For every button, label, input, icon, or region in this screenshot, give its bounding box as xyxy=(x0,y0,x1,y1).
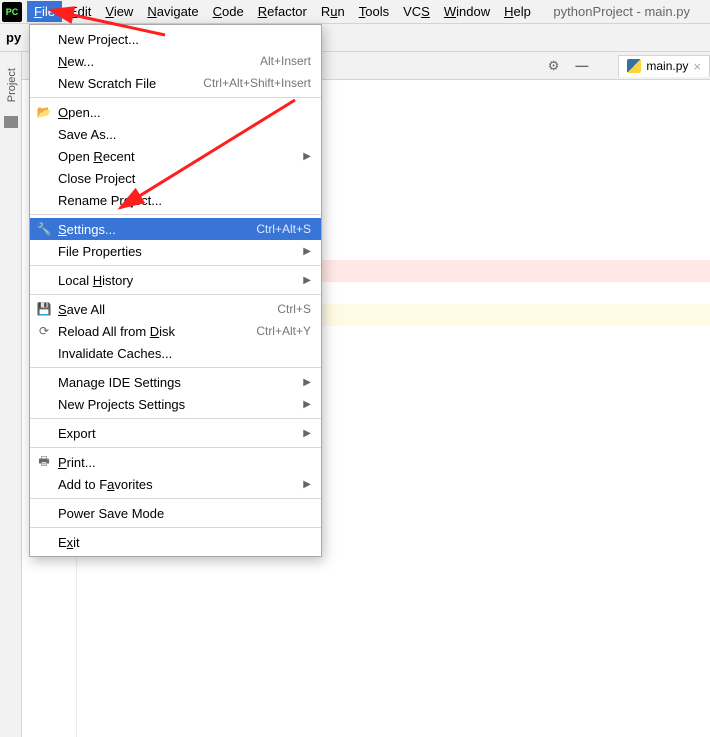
close-tab-icon[interactable]: × xyxy=(693,59,701,74)
menu-separator xyxy=(30,265,321,266)
structure-icon[interactable] xyxy=(4,116,18,128)
python-file-icon xyxy=(627,59,641,73)
menu-item-label: Export xyxy=(58,426,311,441)
menu-run[interactable]: Run xyxy=(314,1,352,22)
menu-separator xyxy=(30,418,321,419)
menu-separator xyxy=(30,447,321,448)
menu-item-label: New Project... xyxy=(58,32,311,47)
menu-item-new-project[interactable]: New Project... xyxy=(30,28,321,50)
submenu-arrow-icon: ▶ xyxy=(303,377,311,388)
pycharm-icon: PC xyxy=(2,2,22,22)
shortcut-label: Ctrl+S xyxy=(277,302,311,316)
submenu-arrow-icon: ▶ xyxy=(303,151,311,162)
shortcut-label: Ctrl+Alt+Y xyxy=(256,324,311,338)
wrench-icon: 🔧 xyxy=(36,221,52,237)
menu-item-new[interactable]: New...Alt+Insert xyxy=(30,50,321,72)
menu-item-label: Settings... xyxy=(58,222,256,237)
submenu-arrow-icon: ▶ xyxy=(303,275,311,286)
menu-item-rename-project[interactable]: Rename Project... xyxy=(30,189,321,211)
menu-item-settings[interactable]: 🔧 Settings...Ctrl+Alt+S xyxy=(30,218,321,240)
menu-item-label: Close Project xyxy=(58,171,311,186)
menu-window[interactable]: Window xyxy=(437,1,497,22)
menu-item-add-to-favorites[interactable]: Add to Favorites▶ xyxy=(30,473,321,495)
reload-icon: ⟳ xyxy=(36,323,52,339)
minimize-icon[interactable]: — xyxy=(565,58,598,73)
submenu-arrow-icon: ▶ xyxy=(303,399,311,410)
shortcut-label: Ctrl+Alt+Shift+Insert xyxy=(203,76,311,90)
menu-item-power-save-mode[interactable]: Power Save Mode xyxy=(30,502,321,524)
menu-refactor[interactable]: Refactor xyxy=(251,1,314,22)
menu-item-label: New Scratch File xyxy=(58,76,203,91)
menu-item-label: Open... xyxy=(58,105,311,120)
menu-item-export[interactable]: Export▶ xyxy=(30,422,321,444)
menu-item-open[interactable]: 📂 Open... xyxy=(30,101,321,123)
menu-separator xyxy=(30,97,321,98)
menu-item-label: Exit xyxy=(58,535,311,550)
menu-code[interactable]: Code xyxy=(206,1,251,22)
menu-item-close-project[interactable]: Close Project xyxy=(30,167,321,189)
menu-item-label: Add to Favorites xyxy=(58,477,311,492)
shortcut-label: Alt+Insert xyxy=(260,54,311,68)
menu-separator xyxy=(30,214,321,215)
menu-separator xyxy=(30,367,321,368)
submenu-arrow-icon: ▶ xyxy=(303,428,311,439)
menu-item-local-history[interactable]: Local History▶ xyxy=(30,269,321,291)
print-icon: 🖶 xyxy=(36,454,52,470)
menu-file[interactable]: File xyxy=(27,1,62,22)
submenu-arrow-icon: ▶ xyxy=(303,479,311,490)
menu-item-new-projects-settings[interactable]: New Projects Settings▶ xyxy=(30,393,321,415)
menu-item-label: Save All xyxy=(58,302,277,317)
nav-path-fragment: py xyxy=(6,30,21,45)
menu-item-exit[interactable]: Exit xyxy=(30,531,321,553)
menu-item-label: Local History xyxy=(58,273,311,288)
menu-item-label: Reload All from Disk xyxy=(58,324,256,339)
menu-item-label: Invalidate Caches... xyxy=(58,346,311,361)
menu-item-label: New Projects Settings xyxy=(58,397,311,412)
shortcut-label: Ctrl+Alt+S xyxy=(256,222,311,236)
menu-separator xyxy=(30,498,321,499)
menu-item-label: New... xyxy=(58,54,260,69)
menu-navigate[interactable]: Navigate xyxy=(140,1,205,22)
menu-item-invalidate-caches[interactable]: Invalidate Caches... xyxy=(30,342,321,364)
save-icon: 💾 xyxy=(36,301,52,317)
left-tool-strip: Project xyxy=(0,52,22,737)
menu-tools[interactable]: Tools xyxy=(352,1,396,22)
menubar: PC FileEditViewNavigateCodeRefactorRunTo… xyxy=(0,0,710,24)
menu-item-label: Power Save Mode xyxy=(58,506,311,521)
menu-view[interactable]: View xyxy=(98,1,140,22)
menu-item-reload-all-from-disk[interactable]: ⟳ Reload All from DiskCtrl+Alt+Y xyxy=(30,320,321,342)
menu-item-label: Save As... xyxy=(58,127,311,142)
gear-icon[interactable]: ⚙ xyxy=(542,58,566,74)
menu-help[interactable]: Help xyxy=(497,1,538,22)
menu-item-label: Manage IDE Settings xyxy=(58,375,311,390)
file-menu-dropdown: New Project...New...Alt+InsertNew Scratc… xyxy=(29,24,322,557)
menu-vcs[interactable]: VCS xyxy=(396,1,437,22)
menu-item-label: Print... xyxy=(58,455,311,470)
menu-separator xyxy=(30,294,321,295)
open-icon: 📂 xyxy=(36,104,52,120)
menu-item-new-scratch-file[interactable]: New Scratch FileCtrl+Alt+Shift+Insert xyxy=(30,72,321,94)
menu-separator xyxy=(30,527,321,528)
window-title: pythonProject - main.py xyxy=(553,4,710,19)
editor-tab[interactable]: main.py × xyxy=(618,55,710,77)
menu-item-label: Open Recent xyxy=(58,149,311,164)
tab-filename: main.py xyxy=(646,59,688,73)
menu-item-save-all[interactable]: 💾 Save AllCtrl+S xyxy=(30,298,321,320)
menu-item-open-recent[interactable]: Open Recent▶ xyxy=(30,145,321,167)
menu-item-save-as[interactable]: Save As... xyxy=(30,123,321,145)
submenu-arrow-icon: ▶ xyxy=(303,246,311,257)
menu-item-label: File Properties xyxy=(58,244,311,259)
menu-item-manage-ide-settings[interactable]: Manage IDE Settings▶ xyxy=(30,371,321,393)
menu-item-file-properties[interactable]: File Properties▶ xyxy=(30,240,321,262)
menu-item-label: Rename Project... xyxy=(58,193,311,208)
project-tool-tab[interactable]: Project xyxy=(3,62,18,108)
menu-item-print[interactable]: 🖶 Print... xyxy=(30,451,321,473)
menu-edit[interactable]: Edit xyxy=(62,1,98,22)
